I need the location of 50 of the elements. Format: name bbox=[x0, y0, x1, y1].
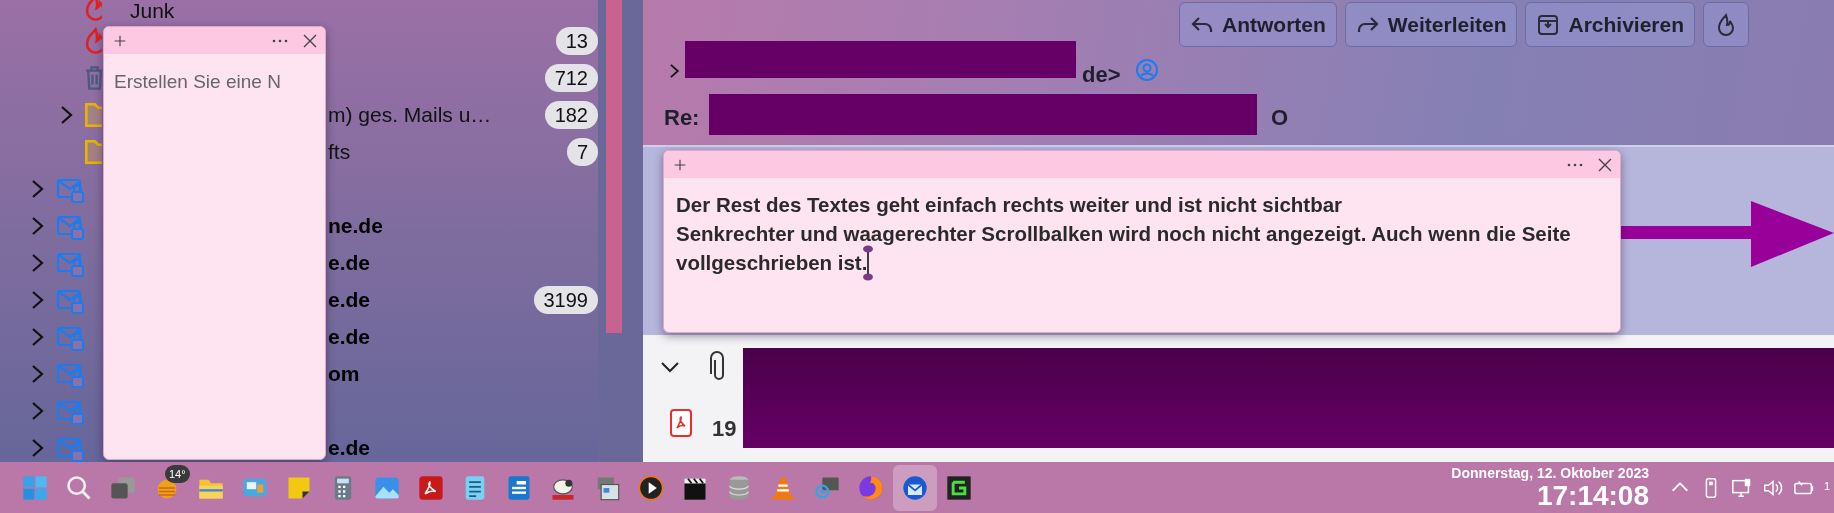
subject-label: Re: bbox=[664, 104, 700, 132]
fox-globe-icon bbox=[857, 473, 885, 502]
unread-count: 7 bbox=[566, 137, 598, 166]
more-icon[interactable] bbox=[1566, 161, 1584, 168]
pdf-file-icon bbox=[669, 408, 693, 438]
scrollbar-thumb[interactable] bbox=[606, 0, 622, 333]
sender-address[interactable]: de> bbox=[1082, 58, 1121, 91]
more-icon[interactable] bbox=[271, 37, 289, 44]
account-name[interactable]: e.de bbox=[328, 246, 371, 279]
file-name[interactable]: 19 bbox=[712, 412, 737, 445]
account-name[interactable]: ne.de bbox=[328, 209, 383, 242]
fire-icon bbox=[85, 0, 102, 22]
account-name[interactable]: e.de bbox=[328, 320, 371, 353]
play-icon bbox=[637, 473, 665, 502]
unread-count: 3199 bbox=[533, 285, 598, 314]
account-name[interactable]: om bbox=[328, 357, 360, 390]
monitor-icon[interactable] bbox=[1731, 476, 1753, 499]
notification-count[interactable]: 1 bbox=[1824, 478, 1832, 495]
windows-icon bbox=[21, 473, 49, 502]
date-text: Donnerstag, 12. Oktober 2023 bbox=[1451, 464, 1649, 481]
note-text[interactable]: Senkrechter und waagerechter Scrollbalken wird noch nicht angezeigt. Auch wenn die Seite vollgeschrieben ist. bbox=[676, 219, 1608, 277]
taskbar-app-button[interactable]: 14° bbox=[145, 464, 189, 511]
close-icon[interactable] bbox=[303, 33, 317, 48]
forward-button[interactable]: Weiterleiten bbox=[1344, 2, 1518, 47]
folder-name[interactable]: m) ges. Mails u… bbox=[328, 98, 492, 131]
chevron-icon[interactable] bbox=[667, 61, 681, 81]
trash-icon bbox=[85, 65, 102, 90]
unread-count: 712 bbox=[544, 63, 598, 92]
unread-count: 13 bbox=[555, 26, 598, 55]
chevron-icon[interactable] bbox=[660, 360, 680, 374]
bird-envelope-icon bbox=[901, 473, 929, 502]
clock-time[interactable]: 17:14:08 bbox=[1451, 480, 1649, 511]
close-icon[interactable] bbox=[1598, 157, 1612, 172]
account-name[interactable]: e.de bbox=[328, 431, 371, 462]
pdf-icon bbox=[417, 473, 445, 502]
search-icon bbox=[65, 473, 93, 502]
note-text[interactable]: Der Rest des Textes geht einfach rechts weiter und ist nicht sichtbar bbox=[676, 190, 1608, 219]
junk-button[interactable] bbox=[1703, 2, 1750, 47]
account-name[interactable]: e.de bbox=[328, 283, 371, 316]
unread-count: 182 bbox=[544, 100, 598, 129]
reply-button[interactable]: Antworten bbox=[1179, 2, 1337, 47]
subject-text: O bbox=[1271, 104, 1289, 132]
temperature-badge: 14° bbox=[165, 464, 190, 483]
archive-button[interactable]: Archivieren bbox=[1525, 2, 1696, 47]
folder-name[interactable]: Junk bbox=[130, 0, 175, 22]
fire-icon bbox=[85, 26, 102, 55]
archive-box-icon bbox=[1536, 12, 1561, 37]
person-icon bbox=[1135, 58, 1159, 82]
grid-terminal-icon bbox=[945, 473, 973, 502]
folder-name[interactable]: fts bbox=[328, 135, 351, 168]
